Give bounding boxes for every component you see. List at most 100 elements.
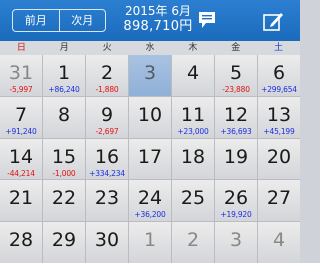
weekday-header: 日 月 火 水 木 金 土 [0, 41, 300, 55]
calendar-day-cell[interactable]: 16 +334,234 [86, 138, 128, 180]
calendar-day-cell[interactable]: 5 -23,880 [215, 55, 257, 96]
day-number: 28 [8, 229, 34, 252]
calendar-day-cell[interactable]: 4 [258, 222, 300, 263]
weekday-label: 月 [59, 43, 69, 53]
edit-icon[interactable] [262, 10, 284, 32]
day-amount: -23,880 [222, 85, 250, 94]
calendar-day-cell[interactable]: 28 [0, 222, 42, 263]
calendar-day-cell[interactable]: 6 +299,654 [258, 55, 300, 96]
calendar-day-cell[interactable]: 2 [172, 222, 214, 263]
day-amount: +334,234 [89, 168, 125, 178]
calendar-day-cell[interactable]: 30 [86, 222, 128, 263]
day-number: 19 [223, 145, 249, 168]
day-number: 6 [272, 62, 286, 84]
calendar-day-cell[interactable]: 2 -1,880 [86, 55, 128, 96]
day-amount: -44,214 [7, 168, 35, 178]
day-number: 17 [137, 145, 163, 168]
day-number: 27 [266, 187, 292, 210]
day-number: 30 [94, 229, 120, 252]
calendar-day-cell[interactable]: 7 +91,240 [0, 96, 42, 138]
calendar-day-cell[interactable]: 22 [43, 180, 85, 222]
calendar-day-cell[interactable]: 29 [43, 222, 85, 263]
calendar-day-cell[interactable]: 26 +19,920 [215, 180, 257, 222]
weekday-label: 日 [16, 43, 26, 53]
day-number: 24 [137, 187, 163, 210]
calendar-day-cell[interactable]: 11 +23,000 [172, 96, 214, 138]
day-number: 10 [137, 103, 163, 126]
calendar-day-cell[interactable]: 9 -2,697 [86, 96, 128, 138]
day-number: 22 [51, 187, 77, 210]
day-number: 2 [186, 229, 200, 252]
day-number: 23 [94, 187, 120, 210]
day-number: 3 [229, 229, 243, 252]
calendar-day-cell[interactable]: 15 -1,000 [43, 138, 85, 180]
day-number: 4 [186, 62, 200, 84]
weekday-label: 木 [188, 43, 198, 53]
calendar-day-cell[interactable]: 13 +45,199 [258, 96, 300, 138]
calendar-day-cell[interactable]: 19 [215, 138, 257, 180]
weekday-label: 水 [145, 43, 155, 53]
day-number: 5 [229, 62, 243, 84]
month-nav: 前月 次月 [12, 9, 106, 32]
prev-month-button[interactable]: 前月 [13, 10, 59, 31]
calendar-day-cell[interactable]: 24 +36,200 [129, 180, 171, 222]
weekday-label: 土 [274, 43, 284, 53]
calendar-grid: 31 -5,997 1 +86,240 2 -1,880 3 4 5 -23,880 6 +299,6… [0, 55, 300, 263]
calendar-day-cell[interactable]: 31 -5,997 [0, 55, 42, 96]
calendar-day-cell[interactable]: 18 [172, 138, 214, 180]
day-number: 11 [180, 103, 206, 126]
weekday-label: 火 [102, 43, 112, 53]
day-number: 3 [143, 62, 157, 84]
calendar-day-cell[interactable]: 25 [172, 180, 214, 222]
day-number: 8 [57, 103, 71, 126]
calendar-day-cell[interactable]: 1 [129, 222, 171, 263]
day-number: 26 [223, 187, 249, 210]
calendar-day-cell[interactable]: 4 [172, 55, 214, 96]
day-amount: +36,200 [134, 210, 166, 220]
calendar-day-cell-today[interactable]: 3 [129, 55, 171, 96]
day-number: 4 [272, 229, 286, 252]
month-title: 2015年 6月 898,710円 [118, 4, 198, 35]
calendar-day-cell[interactable]: 21 [0, 180, 42, 222]
next-month-button[interactable]: 次月 [58, 10, 106, 31]
calendar-day-cell[interactable]: 20 [258, 138, 300, 180]
calendar-day-cell[interactable]: 1 +86,240 [43, 55, 85, 96]
calendar-day-cell[interactable]: 23 [86, 180, 128, 222]
calendar-day-cell[interactable]: 14 -44,214 [0, 138, 42, 180]
day-number: 25 [180, 187, 206, 210]
day-number: 12 [223, 103, 249, 126]
day-number: 16 [94, 145, 120, 168]
memo-icon[interactable] [198, 10, 216, 30]
day-number: 9 [100, 103, 114, 126]
day-number: 29 [51, 229, 77, 252]
day-amount: -1,000 [52, 168, 76, 178]
day-number: 1 [57, 62, 71, 84]
calendar-day-cell[interactable]: 10 [129, 96, 171, 138]
day-amount: +299,654 [261, 85, 297, 94]
day-number: 21 [8, 187, 34, 210]
app-header: 前月 次月 2015年 6月 898,710円 [0, 0, 300, 41]
day-number: 2 [100, 62, 114, 84]
day-number: 15 [51, 145, 77, 168]
day-amount: +36,693 [220, 126, 252, 136]
day-amount: +45,199 [263, 126, 295, 136]
day-number: 7 [14, 103, 28, 126]
calendar-day-cell[interactable]: 8 [43, 96, 85, 138]
weekday-label: 金 [231, 43, 241, 53]
calendar-day-cell[interactable]: 17 [129, 138, 171, 180]
day-amount: +19,920 [220, 210, 252, 220]
calendar-day-cell[interactable]: 27 [258, 180, 300, 222]
day-number: 13 [266, 103, 292, 126]
day-amount: -5,997 [9, 85, 33, 94]
monthly-total: 898,710円 [123, 19, 193, 34]
calendar-day-cell[interactable]: 3 [215, 222, 257, 263]
day-amount: +23,000 [177, 126, 209, 136]
day-number: 14 [8, 145, 34, 168]
month-label: 2015年 6月 [125, 4, 191, 18]
day-amount: +91,240 [5, 126, 37, 136]
calendar-day-cell[interactable]: 12 +36,693 [215, 96, 257, 138]
day-number: 1 [143, 229, 157, 252]
day-number: 20 [266, 145, 292, 168]
day-number: 31 [8, 62, 34, 84]
day-amount: -2,697 [95, 126, 119, 136]
